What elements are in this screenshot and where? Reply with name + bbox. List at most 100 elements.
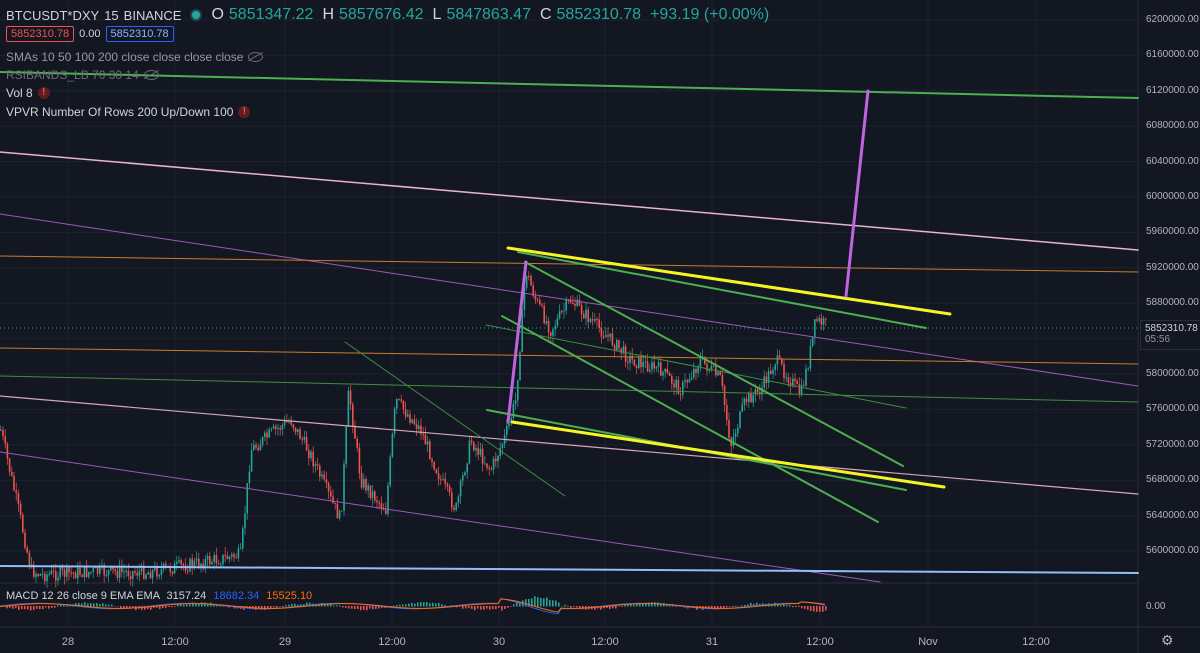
candle [171,571,174,574]
candle [314,464,317,467]
macd-histogram-bar [513,604,515,607]
candle [74,572,77,579]
candle [209,556,211,565]
market-open-icon [192,11,201,19]
candle [514,400,517,404]
candle [708,369,710,371]
candle [655,366,658,369]
candle [809,346,812,369]
candle [19,503,22,515]
macd-histogram-bar [816,606,818,612]
candle [336,503,339,519]
candle [814,319,816,337]
candle [616,339,618,351]
candle [178,560,180,562]
candle [785,377,787,379]
candle [453,507,455,511]
candle [822,318,825,325]
candle [563,310,565,312]
candle [422,434,424,436]
time-axis-label: 29 [278,636,292,648]
symbol-legend[interactable]: BTCUSDT*DXY 15 BINANCE O 5851347.22 H 5857… [6,6,773,24]
macd-histogram-bar [612,606,614,609]
candle [277,427,279,429]
macd-histogram-bar [15,606,17,609]
candle [358,447,361,474]
candle [798,384,801,395]
interval-label[interactable]: 15 [104,8,118,23]
candle [602,336,605,338]
candle [404,409,407,417]
candle [259,444,262,451]
candle [310,451,312,459]
candle [497,455,499,462]
sell-button[interactable]: 5852310.78 [6,26,75,42]
bar-countdown: 05:56 [1145,334,1171,345]
candle [264,432,266,437]
warning-icon[interactable]: ! [238,106,251,118]
candle [70,572,72,574]
macd-histogram-bar [273,606,275,608]
candle [305,437,308,451]
candle [228,556,231,560]
warning-icon[interactable]: ! [37,87,50,99]
candle [352,404,354,427]
price-scale-label: 5600000.00 [1146,545,1199,556]
indicator-row-smas[interactable]: SMAs 10 50 100 200 close close close clo… [6,50,264,64]
eye-off-icon[interactable] [248,52,264,62]
candle [662,371,664,376]
candle [272,426,275,429]
macd-histogram-bar [336,605,338,607]
chart-canvas[interactable] [0,0,1200,653]
price-scale-label: 5920000.00 [1146,261,1199,273]
symbol-name[interactable]: BTCUSDT*DXY [6,8,99,23]
macd-histogram-bar [60,604,62,607]
macd-legend[interactable]: MACD 12 26 close 9 EMA EMA 3157.24 18682… [6,590,312,602]
candle [433,462,435,470]
candle [341,510,343,512]
candle [160,568,163,576]
macd-histogram-bar [96,603,98,607]
macd-histogram-bar [426,602,428,607]
macd-histogram-bar [414,603,416,607]
candle [127,570,130,577]
eye-off-icon[interactable] [143,70,159,80]
macd-histogram-bar [462,606,464,609]
macd-histogram-bar [45,606,47,608]
candle [224,554,226,556]
candle [536,299,539,301]
indicator-row-vpvr[interactable]: VPVR Number Of Rows 200 Up/Down 100 ! [6,105,251,119]
macd-histogram-bar [369,606,371,609]
candle [627,361,629,363]
macd-histogram-bar [813,606,815,612]
candle [345,426,347,465]
candle [50,570,53,574]
candle [15,490,17,494]
candle [756,389,759,392]
candle [552,329,554,336]
candle [129,576,132,579]
candle [600,328,603,337]
indicator-row-rsibands[interactable]: RSIBANDS_LB 70 30 14 [6,68,159,82]
candle [2,429,4,437]
candle [763,376,765,388]
macd-label: MACD 12 26 close 9 EMA EMA [6,590,160,602]
macd-histogram-bar [330,604,332,607]
candle [545,320,548,324]
chart-area[interactable]: BTCUSDT*DXY 15 BINANCE O 5851347.22 H 5857… [0,0,1200,653]
candle [803,384,805,386]
low-label: L [432,6,442,23]
indicator-row-vol[interactable]: Vol 8 ! [6,86,50,100]
candle [594,318,596,321]
macd-histogram-bar [498,606,500,608]
macd-histogram-bar [111,604,113,607]
candle [605,335,607,338]
candle [138,571,141,576]
candle [437,473,440,480]
buy-button[interactable]: 5852310.78 [105,26,174,42]
candle [367,485,369,491]
gear-icon[interactable]: ⚙ [1161,633,1175,647]
macd-histogram-bar [567,605,569,607]
candle [690,377,693,380]
macd-histogram-bar [285,605,287,607]
